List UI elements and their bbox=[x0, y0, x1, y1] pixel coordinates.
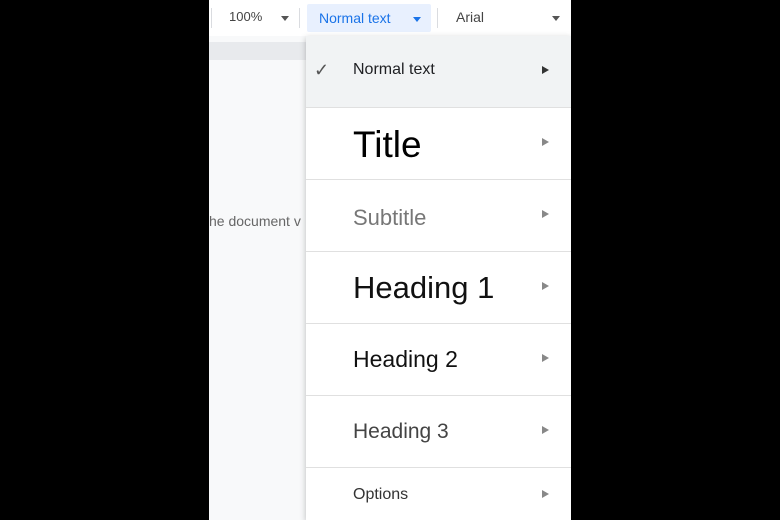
menu-item-label: Heading 3 bbox=[353, 420, 449, 443]
font-dropdown-icon[interactable] bbox=[552, 16, 560, 21]
toolbar-divider bbox=[211, 8, 212, 28]
menu-item-heading-3[interactable]: Heading 3 bbox=[306, 396, 571, 468]
paragraph-style-menu: ✓ Normal text Title Subtitle Heading 1 H… bbox=[306, 36, 571, 520]
document-text[interactable]: he document v bbox=[209, 213, 301, 229]
toolbar-divider bbox=[299, 8, 300, 28]
menu-item-label: Title bbox=[353, 124, 422, 165]
submenu-arrow-icon bbox=[542, 354, 549, 362]
menu-item-label: Options bbox=[353, 486, 409, 503]
zoom-dropdown-icon[interactable] bbox=[281, 16, 289, 21]
toolbar: 100% Normal text Arial bbox=[209, 0, 571, 36]
font-select[interactable]: Arial bbox=[456, 9, 484, 25]
docs-app-window: 100% Normal text Arial he document v ✓ N… bbox=[209, 0, 571, 520]
menu-item-heading-1[interactable]: Heading 1 bbox=[306, 252, 571, 324]
zoom-select[interactable]: 100% bbox=[229, 9, 262, 24]
menu-item-label: Subtitle bbox=[353, 205, 427, 230]
menu-item-label: Normal text bbox=[353, 61, 435, 78]
paragraph-style-select[interactable]: Normal text bbox=[307, 4, 431, 32]
menu-item-label: Heading 2 bbox=[353, 346, 458, 372]
submenu-arrow-icon bbox=[542, 490, 549, 498]
submenu-arrow-icon bbox=[542, 210, 549, 218]
submenu-arrow-icon bbox=[542, 426, 549, 434]
menu-item-heading-2[interactable]: Heading 2 bbox=[306, 324, 571, 396]
menu-item-subtitle[interactable]: Subtitle bbox=[306, 180, 571, 252]
paragraph-style-label: Normal text bbox=[319, 10, 391, 26]
submenu-arrow-icon bbox=[542, 282, 549, 290]
submenu-arrow-icon bbox=[542, 138, 549, 146]
chevron-down-icon bbox=[413, 17, 421, 22]
submenu-arrow-icon bbox=[542, 66, 549, 74]
check-icon: ✓ bbox=[314, 60, 330, 80]
menu-item-options[interactable]: Options bbox=[306, 468, 571, 520]
menu-item-normal-text[interactable]: ✓ Normal text bbox=[306, 36, 571, 108]
toolbar-divider bbox=[437, 8, 438, 28]
menu-item-label: Heading 1 bbox=[353, 270, 495, 305]
menu-item-title[interactable]: Title bbox=[306, 108, 571, 180]
